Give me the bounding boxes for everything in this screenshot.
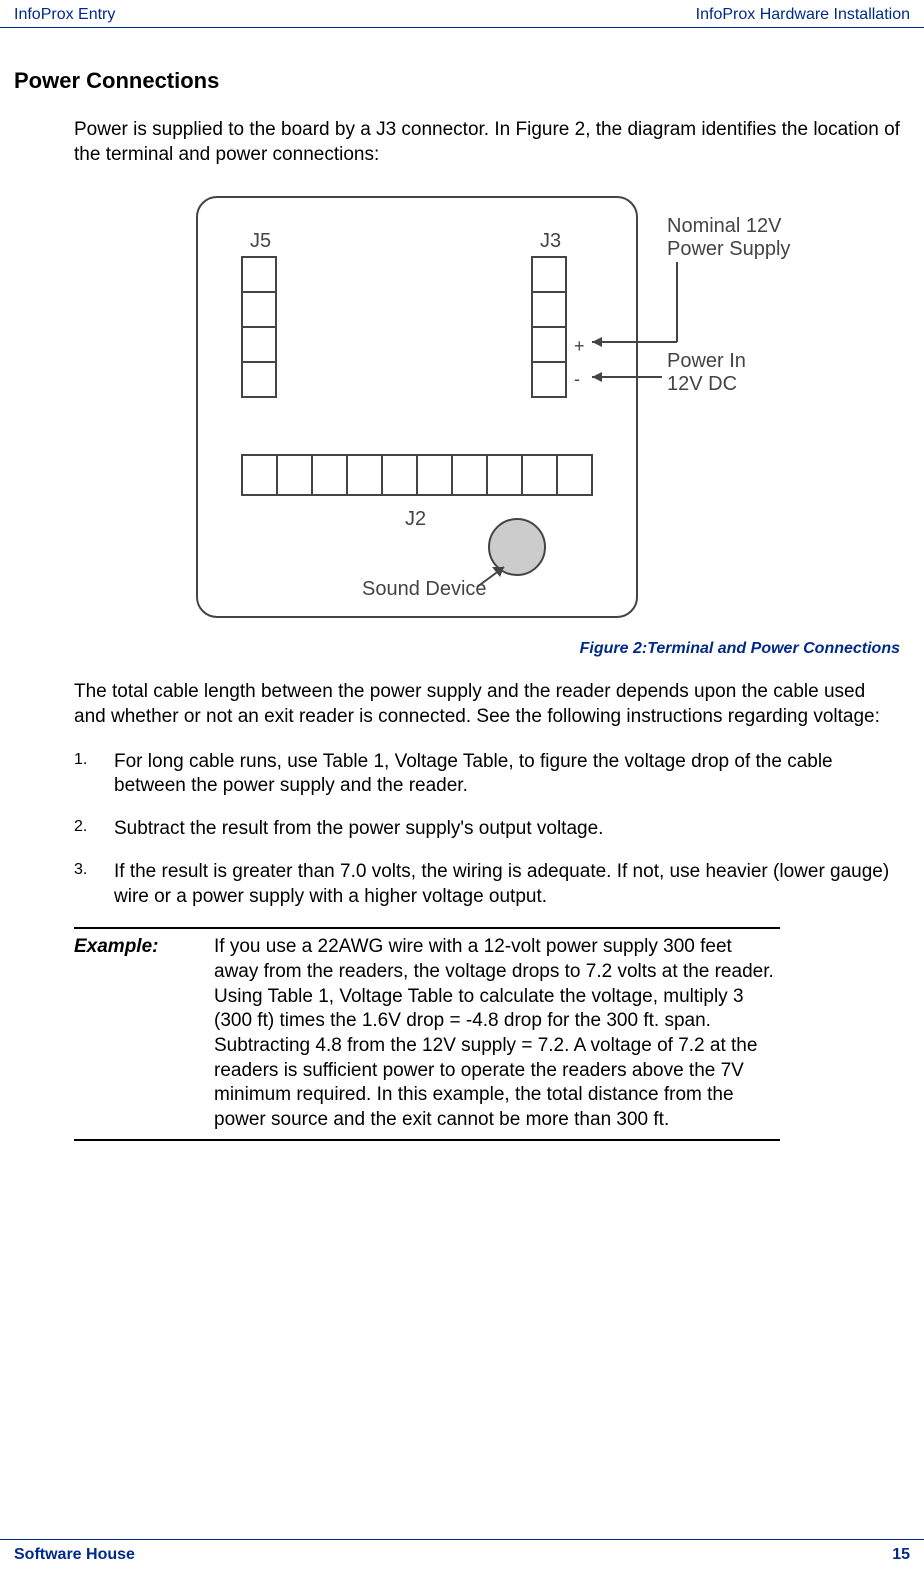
label-sound: Sound Device bbox=[362, 578, 487, 600]
instruction-list: 1. For long cable runs, use Table 1, Vol… bbox=[74, 750, 900, 909]
footer-page-number: 15 bbox=[892, 1546, 910, 1564]
example-box: Example: If you use a 22AWG wire with a … bbox=[74, 927, 780, 1141]
list-number: 3. bbox=[74, 860, 114, 909]
page-content: Power Connections Power is supplied to t… bbox=[0, 28, 924, 1141]
figure-2: J5 J3 + - J2 Sou bbox=[14, 187, 910, 632]
example-body: If you use a 22AWG wire with a 12-volt p… bbox=[214, 935, 780, 1133]
label-powerin-1: Power In bbox=[667, 350, 746, 372]
figure-caption: Figure 2:Terminal and Power Connections bbox=[14, 640, 900, 658]
label-j3: J3 bbox=[540, 230, 561, 252]
header-right: InfoProx Hardware Installation bbox=[696, 6, 910, 24]
list-item: 1. For long cable runs, use Table 1, Vol… bbox=[74, 750, 900, 799]
list-text: If the result is greater than 7.0 volts,… bbox=[114, 860, 900, 909]
label-plus: + bbox=[574, 336, 585, 356]
intro-paragraph: Power is supplied to the board by a J3 c… bbox=[74, 118, 900, 167]
list-text: For long cable runs, use Table 1, Voltag… bbox=[114, 750, 900, 799]
label-j5: J5 bbox=[250, 230, 271, 252]
label-powerin-2: 12V DC bbox=[667, 373, 737, 395]
page-header: InfoProx Entry InfoProx Hardware Install… bbox=[0, 0, 924, 28]
list-number: 2. bbox=[74, 817, 114, 842]
terminal-diagram: J5 J3 + - J2 Sou bbox=[187, 187, 817, 627]
paragraph-2: The total cable length between the power… bbox=[74, 680, 900, 729]
label-j2: J2 bbox=[405, 508, 426, 530]
list-item: 2. Subtract the result from the power su… bbox=[74, 817, 900, 842]
page-footer: Software House 15 bbox=[0, 1539, 924, 1574]
label-nominal-1: Nominal 12V bbox=[667, 215, 782, 237]
footer-left: Software House bbox=[14, 1546, 135, 1564]
label-minus: - bbox=[574, 369, 580, 389]
section-title: Power Connections bbox=[14, 68, 910, 94]
header-left: InfoProx Entry bbox=[14, 6, 115, 24]
list-text: Subtract the result from the power suppl… bbox=[114, 817, 900, 842]
example-label: Example: bbox=[74, 935, 214, 1133]
label-nominal-2: Power Supply bbox=[667, 238, 790, 260]
list-item: 3. If the result is greater than 7.0 vol… bbox=[74, 860, 900, 909]
list-number: 1. bbox=[74, 750, 114, 799]
